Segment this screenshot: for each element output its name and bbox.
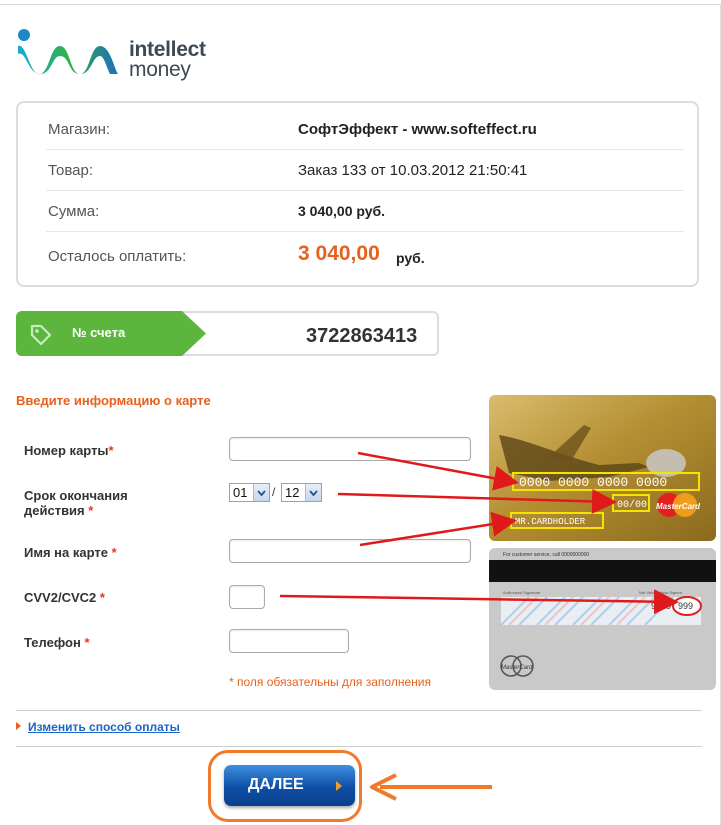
card-back-signature: Authorized Signature — [503, 590, 541, 595]
expiry-separator: / — [272, 485, 276, 499]
phone-input[interactable] — [229, 629, 349, 653]
card-number-label-text: Номер карты — [24, 443, 109, 458]
card-back-service: For customer service, call 0000000000 — [503, 552, 589, 558]
sum-label: Сумма: — [48, 203, 100, 220]
shop-value: СофтЭффект - www.softeffect.ru — [298, 121, 537, 138]
required-mark: * — [111, 545, 117, 560]
logo-text: intellect money — [129, 38, 206, 81]
name-on-card-label: Имя на карте * — [24, 545, 117, 560]
change-payment-method-link[interactable]: Изменить способ оплаты — [28, 720, 180, 734]
required-mark: * — [88, 503, 94, 518]
required-mark: * — [108, 443, 114, 458]
card-back-cvv: 999 — [678, 601, 693, 611]
account-label: № счета — [72, 325, 126, 340]
card-number-label: Номер карты* — [24, 443, 114, 458]
tag-icon — [30, 324, 52, 346]
required-mark: * — [99, 590, 105, 605]
chevron-down-icon[interactable] — [305, 484, 321, 501]
name-on-card-input[interactable] — [229, 539, 471, 563]
card-back-not-valid: Not Valid Unless Signed — [639, 590, 682, 595]
shop-label: Магазин: — [48, 121, 111, 138]
next-button[interactable]: ДАЛЕЕ — [224, 765, 355, 806]
remaining-currency: руб. — [396, 250, 425, 266]
required-fields-note: * поля обязательны для заполнения — [229, 675, 431, 689]
sum-value: 3 040,00 руб. — [298, 203, 386, 219]
remaining-row: Осталось оплатить: 3 040,00 руб. — [46, 232, 684, 280]
account-number: 3722863413 — [306, 325, 418, 347]
expiry-label-line-2: действия — [24, 503, 85, 518]
logo-line-2: money — [129, 58, 191, 81]
item-label: Товар: — [48, 162, 93, 179]
divider — [16, 746, 702, 747]
expiry-month-select[interactable]: 01 — [229, 483, 270, 502]
account-number-panel: № счета 3722863413 — [16, 311, 439, 356]
next-button-label: ДАЛЕЕ — [248, 776, 304, 793]
card-back-brand: MasterCard — [501, 665, 533, 671]
orange-pointer-arrow-icon — [370, 773, 492, 801]
card-brand: MasterCard — [656, 502, 701, 511]
shop-row: Магазин: СофтЭффект - www.softeffect.ru — [46, 109, 684, 150]
remaining-label: Осталось оплатить: — [48, 248, 187, 265]
chevron-down-icon[interactable] — [253, 484, 269, 501]
card-form-title: Введите информацию о карте — [16, 393, 211, 408]
card-holder-mask: MR.CARDHOLDER — [515, 517, 586, 527]
expiry-year-value: 12 — [285, 485, 300, 500]
cvv-label: CVV2/CVC2 * — [24, 590, 105, 605]
name-on-card-label-text: Имя на карте — [24, 545, 108, 560]
item-row: Товар: Заказ 133 от 10.03.2012 21:50:41 — [46, 150, 684, 191]
expiry-month-value: 01 — [233, 485, 248, 500]
divider — [16, 710, 702, 711]
phone-label: Телефон * — [24, 635, 90, 650]
play-icon — [336, 781, 342, 791]
sum-row: Сумма: 3 040,00 руб. — [46, 191, 684, 232]
expiry-label-line-1: Срок окончания — [24, 488, 128, 503]
card-number-input[interactable] — [229, 437, 471, 461]
card-back-cvv-prefix: 9999 — [651, 601, 671, 611]
required-mark: * — [84, 635, 90, 650]
card-number-mask: 0000 0000 0000 0000 — [519, 475, 667, 490]
remaining-amount: 3 040,00 — [298, 242, 380, 265]
card-front-image: 0000 0000 0000 0000 00/00 MR.CARDHOLDER … — [489, 395, 716, 541]
cvv-label-text: CVV2/CVC2 — [24, 590, 97, 605]
cvv-input[interactable] — [229, 585, 265, 609]
arrow-right-icon — [16, 722, 21, 730]
logo-line-1: intellect — [129, 38, 206, 61]
order-info-panel: Магазин: СофтЭффект - www.softeffect.ru … — [16, 101, 699, 287]
intellect-money-logo-icon — [18, 29, 118, 75]
card-expiry-mask: 00/00 — [617, 499, 647, 511]
phone-label-text: Телефон — [24, 635, 81, 650]
item-value: Заказ 133 от 10.03.2012 21:50:41 — [298, 162, 528, 179]
expiry-label: Срок окончания действия * — [24, 488, 128, 518]
card-back-image: For customer service, call 0000000000 Au… — [489, 548, 716, 690]
expiry-year-select[interactable]: 12 — [281, 483, 322, 502]
top-border — [0, 4, 721, 5]
